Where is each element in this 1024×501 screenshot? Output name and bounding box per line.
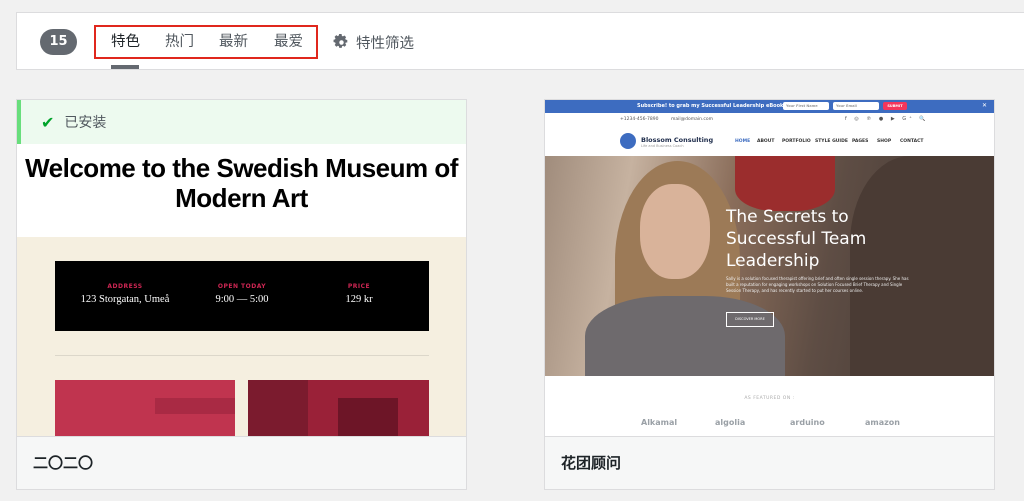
tab-favorites[interactable]: 最爱 [274,31,303,53]
partner-logo: amazon [865,418,900,427]
nav-item: SHOP [877,139,892,144]
theme-filter-bar: 15 特色 热门 最新 最爱 特性筛选 [16,12,1024,70]
info-box: ADDRESS 123 Storgatan, Umeå OPEN TODAY 9… [55,261,429,331]
artwork-image-left [55,380,235,437]
info-value: 9:00 — 5:00 [215,294,269,305]
brand-tagline: Life and Business Coach [641,144,684,148]
gear-icon [333,33,348,48]
preview-content-area: ADDRESS 123 Storgatan, Umeå OPEN TODAY 9… [17,237,466,437]
active-tab-indicator [111,65,139,69]
theme-card-blossom-consulting[interactable]: Subscribe! to grab my Successful Leaders… [544,99,995,490]
info-value: 129 kr [345,294,373,305]
contact-email: mail@domain.com [671,117,714,122]
nav-item: CONTACT [900,139,924,144]
installed-notice: ✔ 已安装 [17,100,466,144]
brand-logo [620,133,636,149]
contact-phone: +1234-456-7890 [620,117,659,122]
promo-text: Subscribe! to grab my Successful Leaders… [637,103,786,109]
info-hours: OPEN TODAY 9:00 — 5:00 [180,283,304,305]
theme-card-footer: 二〇二〇 [17,436,466,489]
theme-count-badge: 15 [40,29,77,55]
close-icon: ✕ [982,102,988,109]
theme-card-2020[interactable]: ✔ 已安装 Welcome to the Swedish Museum of M… [16,99,467,490]
theme-screenshot[interactable]: ✔ 已安装 Welcome to the Swedish Museum of M… [17,100,466,437]
info-label: PRICE [347,283,371,290]
checkmark-icon: ✔ [41,112,55,132]
info-address: ADDRESS 123 Storgatan, Umeå [63,283,187,305]
theme-name[interactable]: 二〇二〇 [33,452,93,473]
brand-name: Blossom Consulting [641,136,714,144]
partner-logo: arduino [790,418,825,427]
nav-item: PORTFOLIO [782,139,811,144]
installed-label: 已安装 [64,115,107,131]
partner-logo: Alkamal [641,418,678,427]
info-label: OPEN TODAY [217,283,267,290]
hero-button: DISCOVER MORE [726,312,774,327]
nav-item: STYLE GUIDE [815,139,848,144]
hero-title: The Secrets to Successful Team Leadershi… [726,207,867,271]
info-label: ADDRESS [107,283,143,290]
feature-filter-button[interactable]: 特性筛选 [333,31,414,53]
hero-banner: The Secrets to Successful Team Leadershi… [545,156,994,376]
hero-text: Sally is a solution focused therapist of… [726,276,909,293]
partner-logo: algolia [715,418,746,427]
theme-card-footer: 花团顾问 [545,436,994,489]
theme-name[interactable]: 花团顾问 [561,452,621,473]
promo-bar: Subscribe! to grab my Successful Leaders… [545,100,994,113]
social-icons: f ◎ ℗ ● ▶ G⁺ 🔍 [845,116,929,122]
theme-screenshot[interactable]: Subscribe! to grab my Successful Leaders… [545,100,994,437]
preview-title: Welcome to the Swedish Museum of Modern … [25,153,458,213]
feature-filter-label: 特性筛选 [356,35,414,52]
tab-featured[interactable]: 特色 [111,31,140,53]
nav-item: ABOUT [757,139,775,144]
featured-label: AS FEATURED ON : [744,396,795,401]
info-price: PRICE 129 kr [297,283,421,305]
promo-email-input: Your Email [833,102,879,110]
section-divider [55,355,429,356]
info-value: 123 Storgatan, Umeå [80,294,170,305]
tab-latest[interactable]: 最新 [219,31,248,53]
promo-name-input: Your First Name [783,102,829,110]
tab-popular[interactable]: 热门 [165,31,194,53]
promo-submit-button: SUBMIT [883,102,907,110]
artwork-image-right [248,380,429,437]
nav-item: HOME [735,139,751,144]
nav-item: PAGES [852,139,869,144]
